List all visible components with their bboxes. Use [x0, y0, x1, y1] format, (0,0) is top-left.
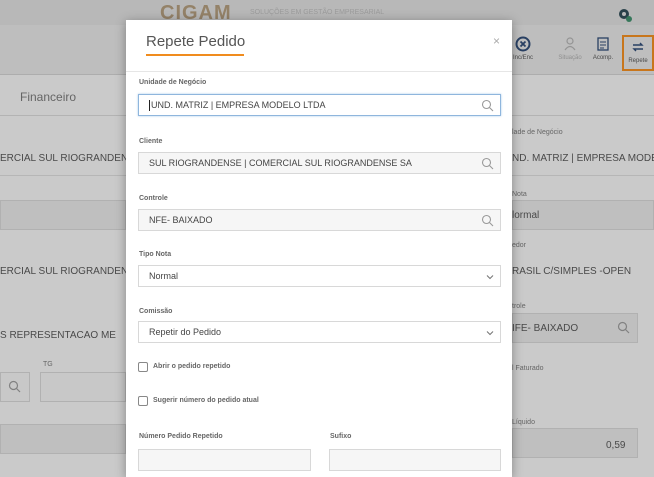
sugerir-numero-checkbox[interactable]: [138, 396, 148, 406]
abrir-pedido-label[interactable]: Abrir o pedido repetido: [153, 363, 230, 370]
title-underline: [146, 54, 244, 56]
unidade-input[interactable]: UND. MATRIZ | EMPRESA MODELO LTDA: [138, 94, 501, 116]
sufixo-label: Sufixo: [330, 433, 352, 440]
comissao-label: Comissão: [139, 308, 173, 315]
chevron-down-icon: [486, 331, 494, 336]
sugerir-numero-label[interactable]: Sugerir número do pedido atual: [153, 397, 259, 404]
sufixo-input[interactable]: [329, 449, 501, 471]
numero-pedido-label: Número Pedido Repetido: [139, 433, 223, 440]
comissao-value: Repetir do Pedido: [149, 327, 222, 337]
numero-pedido-input[interactable]: [138, 449, 311, 471]
text-cursor: [149, 100, 150, 112]
close-icon[interactable]: ×: [493, 34, 500, 48]
cliente-value: SUL RIOGRANDENSE | COMERCIAL SUL RIOGRAN…: [149, 158, 412, 168]
search-icon[interactable]: [481, 157, 494, 170]
controle-label: Controle: [139, 195, 168, 202]
modal-title: Repete Pedido: [146, 33, 246, 50]
cliente-label: Cliente: [139, 138, 163, 145]
comissao-select[interactable]: Repetir do Pedido: [138, 321, 501, 343]
unidade-label: Unidade de Negócio: [139, 79, 207, 86]
tipo-nota-select[interactable]: Normal: [138, 265, 501, 287]
chevron-down-icon: [486, 275, 494, 280]
tipo-nota-label: Tipo Nota: [139, 251, 172, 258]
tipo-nota-value: Normal: [149, 271, 179, 281]
cliente-input[interactable]: SUL RIOGRANDENSE | COMERCIAL SUL RIOGRAN…: [138, 152, 501, 174]
search-icon[interactable]: [481, 99, 494, 112]
search-icon[interactable]: [481, 214, 494, 227]
controle-value: NFE- BAIXADO: [149, 215, 213, 225]
unidade-value: UND. MATRIZ | EMPRESA MODELO LTDA: [151, 100, 326, 110]
repete-pedido-modal: Repete Pedido × Unidade de Negócio UND. …: [126, 20, 512, 477]
controle-input[interactable]: NFE- BAIXADO: [138, 209, 501, 231]
modal-header: Repete Pedido ×: [126, 20, 512, 72]
abrir-pedido-checkbox[interactable]: [138, 362, 148, 372]
